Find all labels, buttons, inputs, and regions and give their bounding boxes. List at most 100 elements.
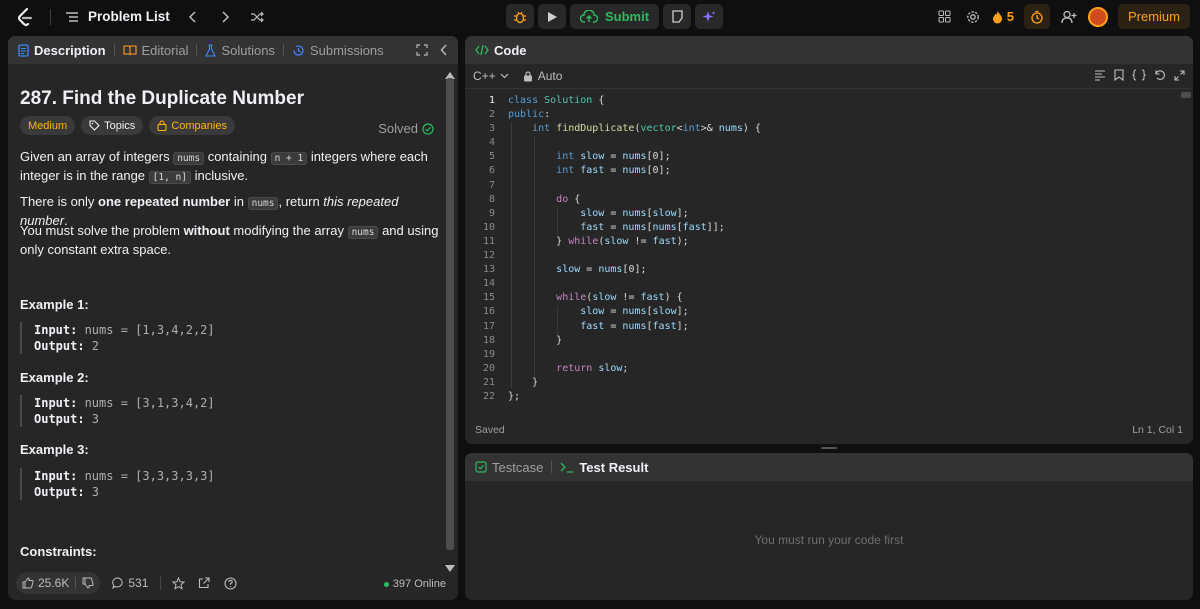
pill-divider — [75, 577, 77, 589]
code-line: 4 — [488, 137, 495, 149]
output-value: 3 — [84, 485, 100, 499]
lock-icon — [523, 70, 532, 81]
code-panel-header: Code — [465, 36, 1193, 64]
code-line: 13 slow = nums[0]; — [482, 264, 647, 276]
code-editor[interactable]: 1 class Solution { 2 public: 3 int findDup… — [465, 94, 1193, 404]
format-lines-icon[interactable] — [1094, 69, 1106, 84]
bookmark-icon[interactable] — [1114, 69, 1124, 84]
tab-test-result-label: Test Result — [579, 459, 649, 475]
inline-code: n + 1 — [270, 152, 308, 165]
add-friend-icon[interactable] — [1060, 8, 1078, 26]
debug-bug-icon[interactable] — [506, 4, 534, 29]
share-external-icon[interactable] — [195, 574, 213, 592]
difficulty-badge: Medium — [20, 116, 76, 135]
tab-testcase[interactable]: Testcase — [475, 460, 543, 475]
topics-label: Topics — [104, 119, 136, 132]
nav-right: 5 Premium — [936, 4, 1190, 29]
code-line: 3 int findDuplicate(vector<int>& nums) { — [488, 123, 761, 135]
prev-problem-chevron-left-icon[interactable] — [184, 8, 202, 26]
tab-code[interactable]: Code — [475, 43, 527, 58]
braces-icon[interactable] — [1132, 69, 1146, 84]
run-play-icon[interactable] — [538, 4, 566, 29]
code-line: 6 int fast = nums[0]; — [488, 165, 671, 177]
online-indicator: 397 Online — [383, 578, 446, 590]
code-line: 22}; — [482, 390, 521, 402]
star-favorite-icon[interactable] — [169, 574, 187, 592]
maximize-icon[interactable] — [416, 44, 428, 59]
layout-grid-icon[interactable] — [936, 8, 954, 26]
timer-icon[interactable] — [1023, 4, 1050, 29]
ai-sparkle-icon[interactable] — [695, 4, 724, 29]
tab-code-label: Code — [494, 42, 527, 58]
example-3-heading: Example 3: — [20, 442, 89, 457]
expand-icon[interactable] — [1174, 69, 1185, 84]
tag-chips: Medium Topics Companies — [20, 116, 235, 135]
top-navbar: Problem List Submit 5 Premium — [0, 0, 1200, 33]
document-icon — [18, 43, 29, 57]
tab-description[interactable]: Description — [18, 43, 106, 58]
description-paragraph-3: You must solve the problem without modif… — [20, 222, 440, 258]
tab-submissions[interactable]: Submissions — [292, 43, 384, 58]
example-1-block: Input: nums = [1,3,4,2,2] Output: 2 — [20, 322, 215, 354]
submit-button[interactable]: Submit — [570, 4, 660, 29]
checkbox-icon — [475, 461, 487, 473]
tab-test-result[interactable]: Test Result — [560, 460, 648, 475]
code-line: 16 slow = nums[slow]; — [482, 306, 689, 318]
reset-undo-icon[interactable] — [1154, 69, 1166, 84]
description-paragraph-1: Given an array of integers nums containi… — [20, 148, 440, 186]
code-toolbar: C++ Auto — [465, 64, 1193, 89]
constraints-heading: Constraints: — [20, 544, 97, 559]
nav-divider — [50, 8, 51, 25]
streak-counter[interactable]: 5 — [992, 9, 1014, 24]
avatar[interactable] — [1087, 6, 1108, 27]
leetcode-logo-icon[interactable] — [14, 6, 36, 28]
flame-icon — [992, 10, 1002, 23]
resize-handle[interactable] — [821, 447, 837, 449]
comments-count: 531 — [128, 576, 149, 590]
settings-gear-icon[interactable] — [964, 8, 982, 26]
terminal-icon — [560, 462, 574, 473]
comments-button[interactable]: 531 — [108, 576, 152, 590]
text: There is only — [20, 194, 99, 209]
tab-submissions-label: Submissions — [309, 42, 384, 58]
tab-divider — [551, 461, 553, 473]
code-line: 20 return slow; — [482, 362, 629, 374]
topics-chip[interactable]: Topics — [81, 116, 144, 135]
inline-code: nums — [173, 152, 205, 165]
description-scrollbar[interactable] — [446, 78, 454, 550]
premium-button[interactable]: Premium — [1117, 4, 1190, 29]
code-line: 15 while(slow != fast) { — [482, 292, 683, 304]
submit-label: Submit — [605, 9, 650, 24]
tab-divider — [282, 44, 284, 56]
thumbs-down-icon[interactable] — [82, 577, 95, 589]
code-panel: Code C++ Auto 1 class Solution { 2 public:… — [465, 36, 1193, 444]
code-brackets-icon — [475, 44, 489, 56]
example-2-block: Input: nums = [3,1,3,4,2] Output: 3 — [20, 395, 215, 427]
text: containing — [204, 149, 271, 164]
companies-chip[interactable]: Companies — [149, 116, 235, 135]
solved-badge: Solved — [378, 121, 434, 136]
problem-list-button[interactable]: Problem List — [65, 9, 170, 24]
output-label: Output: — [34, 412, 85, 426]
tab-solutions[interactable]: Solutions — [205, 43, 275, 58]
thumbs-up-icon — [22, 577, 34, 589]
collapse-chevron-left-icon[interactable] — [440, 44, 448, 59]
output-label: Output: — [34, 485, 85, 499]
example-2-heading: Example 2: — [20, 370, 89, 385]
autocomplete-mode[interactable]: Auto — [523, 69, 563, 83]
language-select[interactable]: C++ — [473, 69, 509, 83]
tab-editorial[interactable]: Editorial — [122, 43, 188, 58]
shuffle-icon[interactable] — [248, 8, 266, 26]
example-3-block: Input: nums = [3,3,3,3,3] Output: 3 — [20, 468, 215, 500]
like-button[interactable]: 25.6K — [16, 572, 101, 594]
editor-scrollbar[interactable] — [1181, 92, 1191, 98]
code-line: 12 — [482, 250, 495, 262]
notes-icon[interactable] — [663, 4, 692, 29]
mode-value: Auto — [537, 69, 563, 83]
help-question-icon[interactable] — [221, 574, 239, 592]
lock-icon — [157, 120, 167, 131]
code-line: 10 fast = nums[nums[fast]]; — [482, 221, 725, 233]
streak-count: 5 — [1006, 9, 1014, 24]
test-result-message: You must run your code first — [754, 533, 904, 547]
next-problem-chevron-right-icon[interactable] — [216, 8, 234, 26]
